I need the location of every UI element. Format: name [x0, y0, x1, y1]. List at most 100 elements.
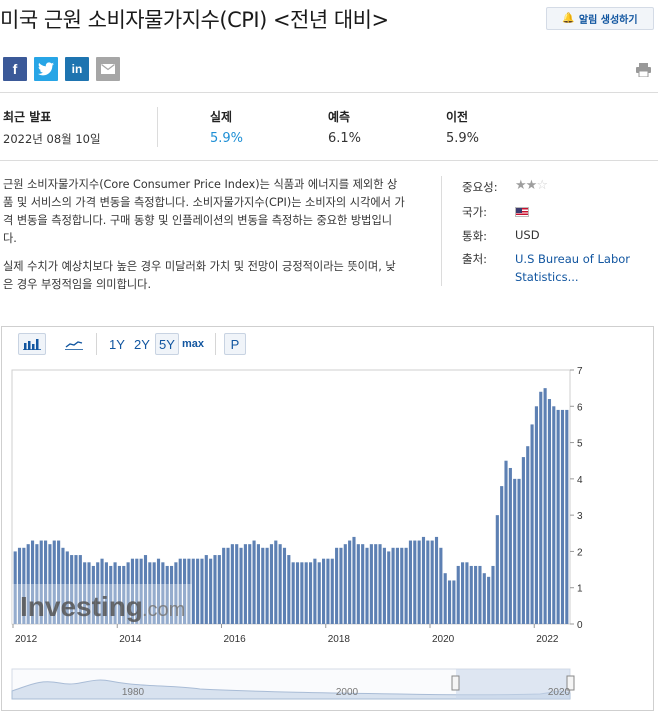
linkedin-share-button[interactable]: in: [65, 57, 89, 81]
bar: [452, 580, 456, 624]
line-chart-icon: [65, 341, 83, 350]
bar: [256, 544, 260, 624]
bar: [274, 540, 278, 624]
envelope-icon: [101, 64, 115, 74]
bar: [443, 573, 447, 624]
bar: [226, 547, 230, 624]
print-icon[interactable]: [636, 63, 651, 77]
source-label: 출처:: [462, 252, 488, 266]
divider: [96, 333, 97, 355]
bar: [408, 540, 413, 624]
actual-value: 5.9%: [210, 131, 244, 146]
bar: [235, 544, 239, 624]
page-title: 미국 근원 소비자물가지수(CPI) <전년 대비>: [0, 8, 389, 32]
social-share-bar: f in: [3, 57, 120, 81]
navigator-tick-label: 1980: [122, 687, 145, 698]
bar: [556, 409, 560, 624]
forecast-label: 예측: [328, 110, 351, 124]
bar: [495, 515, 499, 624]
bar: [209, 558, 213, 624]
investing-logo-suffix: .com: [142, 599, 185, 621]
range-max-button[interactable]: max: [179, 333, 207, 355]
bar: [478, 565, 482, 624]
bar-chart-button[interactable]: [18, 333, 46, 355]
source-link[interactable]: U.S Bureau of Labor Statistics...: [515, 250, 645, 286]
navigator-left-handle[interactable]: [451, 675, 460, 691]
bar: [313, 558, 317, 624]
bar: [339, 547, 343, 624]
country-flag: [515, 206, 529, 220]
x-tick-label: 2016: [224, 634, 247, 645]
bar: [374, 544, 378, 624]
divider: [441, 176, 442, 286]
bar: [456, 565, 460, 624]
bar: [552, 406, 556, 624]
bar: [278, 544, 282, 624]
forecast-stat: 예측 6.1%: [328, 108, 361, 146]
twitter-bird-icon: [38, 62, 54, 76]
currency-value: USD: [515, 228, 540, 242]
bar: [348, 540, 352, 624]
navigator-tick-label: 2020: [548, 687, 571, 698]
bar: [526, 446, 530, 624]
y-tick-label: 3: [577, 511, 583, 522]
bar: [543, 388, 547, 624]
bar: [395, 547, 399, 624]
bar-chart-icon: [23, 339, 41, 350]
bar: [230, 544, 234, 624]
investing-logo: Investing: [20, 591, 143, 622]
range-1y-button[interactable]: 1Y: [105, 333, 129, 355]
star-filled-icon: ★: [515, 178, 527, 193]
bar: [430, 540, 434, 624]
bar: [365, 547, 369, 624]
description-paragraph: 실제 수치가 예상치보다 높은 경우 미달러화 가치 및 전망이 긍정적이라는 …: [3, 260, 396, 291]
bar: [482, 573, 486, 624]
bar: [521, 457, 525, 624]
bar: [243, 544, 247, 624]
range-2y-button[interactable]: 2Y: [129, 333, 155, 355]
bar: [222, 547, 226, 624]
divider: [0, 160, 658, 161]
indicator-description: 근원 소비자물가지수(Core Consumer Price Index)는 식…: [3, 176, 405, 304]
p-button[interactable]: P: [224, 333, 246, 355]
create-alert-button[interactable]: 🔔 알림 생성하기: [546, 7, 654, 30]
previous-label: 이전: [446, 110, 469, 124]
y-tick-label: 6: [577, 402, 583, 413]
bar: [252, 540, 256, 624]
bar: [565, 409, 569, 624]
line-chart-button[interactable]: [60, 333, 88, 355]
bar: [513, 478, 517, 624]
bar: [265, 547, 269, 624]
bar-chart: 0 1 2 3 4 5 6 7 2012 2014 2016 2018 2020 2022 Investin…: [11, 366, 583, 645]
bar: [465, 562, 469, 624]
y-tick-label: 2: [577, 547, 583, 558]
chart-toolbar: 1Y 2Y 5Y max P: [18, 332, 246, 356]
x-tick-label: 2018: [328, 634, 351, 645]
bar: [343, 544, 347, 624]
bar: [204, 555, 208, 624]
bar: [387, 551, 391, 624]
range-5y-button[interactable]: 5Y: [155, 333, 179, 355]
forecast-value: 6.1%: [328, 131, 362, 146]
bar: [217, 555, 221, 624]
chart-navigator[interactable]: 1980 2000 2020: [0, 665, 658, 709]
bar: [361, 544, 365, 624]
x-tick-label: 2012: [15, 634, 38, 645]
divider: [0, 92, 658, 93]
bar: [200, 558, 204, 624]
bar: [413, 540, 417, 624]
y-tick-label: 1: [577, 584, 583, 595]
twitter-share-button[interactable]: [34, 57, 58, 81]
latest-release-date: 2022년 08월 10일: [3, 132, 101, 146]
y-tick-label: 0: [577, 620, 583, 631]
facebook-icon: f: [12, 61, 18, 77]
star-empty-icon: ☆: [536, 178, 548, 193]
bar: [530, 424, 534, 624]
bar: [330, 558, 334, 624]
previous-stat: 이전 5.9%: [446, 108, 479, 146]
x-tick-label: 2022: [536, 634, 559, 645]
importance-stars: ★★☆: [515, 178, 548, 193]
bar: [560, 409, 565, 624]
email-share-button[interactable]: [96, 57, 120, 81]
facebook-share-button[interactable]: f: [3, 57, 27, 81]
